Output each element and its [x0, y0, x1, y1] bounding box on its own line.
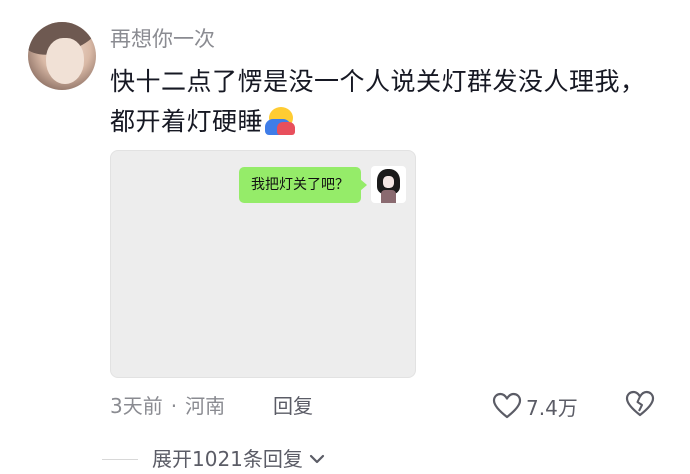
comment-image[interactable]: 我把灯关了吧？ — [110, 150, 416, 378]
chat-avatar — [371, 166, 406, 203]
hugging-emoji-icon — [265, 107, 296, 135]
like-button[interactable]: 7.4万 — [492, 390, 578, 422]
chat-bubble: 我把灯关了吧？ — [239, 167, 367, 203]
broken-heart-icon — [625, 390, 655, 417]
dislike-button[interactable] — [625, 390, 655, 420]
expand-replies-button[interactable]: 展开1021条回复 — [152, 444, 327, 474]
user-avatar[interactable] — [28, 22, 96, 90]
chevron-down-icon — [309, 454, 325, 464]
reply-button[interactable]: 回复 — [273, 391, 313, 421]
comment-body: 快十二点了愣是没一个人说关灯群发没人理我，都开着灯硬睡 — [110, 67, 646, 136]
expand-divider — [102, 459, 138, 460]
comment-text: 快十二点了愣是没一个人说关灯群发没人理我，都开着灯硬睡 — [110, 62, 650, 142]
comment-time: 3天前 — [110, 394, 163, 418]
comment-meta: 3天前 · 河南 — [110, 391, 225, 421]
comment-location: 河南 — [185, 394, 226, 418]
avatar-face — [46, 38, 84, 84]
comment-item: 再想你一次 快十二点了愣是没一个人说关灯群发没人理我，都开着灯硬睡 我把灯关了吧… — [0, 0, 690, 474]
heart-icon — [492, 392, 522, 419]
expand-label: 展开1021条回复 — [152, 447, 303, 471]
like-count: 7.4万 — [526, 395, 578, 420]
meta-separator: · — [170, 394, 178, 418]
username[interactable]: 再想你一次 — [110, 25, 215, 53]
